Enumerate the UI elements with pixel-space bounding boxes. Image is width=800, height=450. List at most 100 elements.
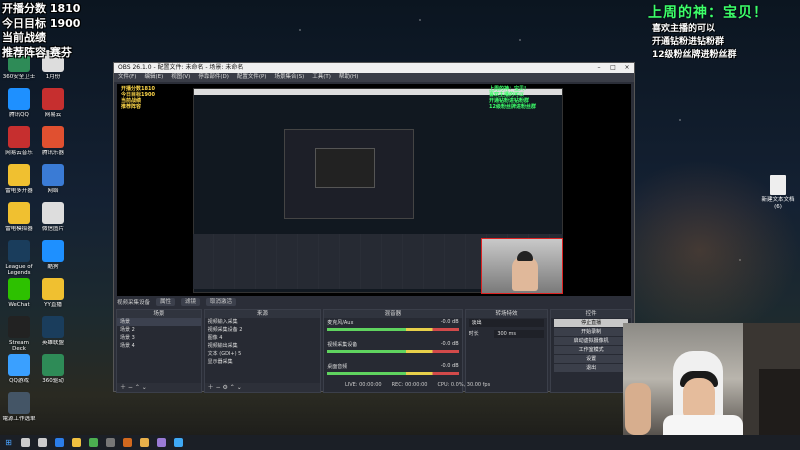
desktop-icon-label: 网易云 xyxy=(44,112,62,118)
control-button[interactable]: 退出 xyxy=(554,364,628,372)
obs-title-bar[interactable]: OBS 26.1.0 - 配置文件: 未命名 - 场景: 未命名 – □ × xyxy=(114,63,634,73)
filters-button[interactable]: 滤镜 xyxy=(181,298,201,306)
scene-item[interactable]: 场景 3 xyxy=(117,334,201,342)
nested-obs-window xyxy=(284,129,414,219)
source-item[interactable]: 视频输出采集 xyxy=(205,342,321,350)
desktop-icon[interactable]: QQ游戏 xyxy=(2,354,36,390)
desktop-icon[interactable]: Stream Deck xyxy=(2,316,36,352)
preview-overlay-right: 上周的神：宝贝! 喜欢主播的可以 开通钻粉进钻粉群 12级粉丝牌进粉丝群 xyxy=(489,86,536,110)
desktop-icon[interactable]: 酷狗 xyxy=(36,240,70,276)
maximize-icon[interactable]: □ xyxy=(606,63,620,73)
desktop-icon[interactable]: League of Legends xyxy=(2,240,36,276)
desktop-icon-label: 360驱动 xyxy=(42,378,64,384)
desktop-icon[interactable]: 360驱动 xyxy=(36,354,70,390)
mixer-channel-header: 麦克风/Aux -0.0 dB xyxy=(327,319,458,326)
control-button[interactable]: 启动虚拟摄像机 xyxy=(554,337,628,345)
obs-preview[interactable]: 开播分数1810 今日目标1900 当前战绩 推荐阵容 上周的神：宝贝! 喜欢主播的可以… xyxy=(117,84,631,296)
search-icon[interactable] xyxy=(21,438,30,447)
status-cpu: CPU: 0.0%, 30.00 fps xyxy=(437,382,491,388)
obs-menu-item[interactable]: 编辑(E) xyxy=(144,73,163,82)
obs-menu-item[interactable]: 停靠部件(D) xyxy=(198,73,229,82)
source-toolbar-label: 视频采集设备 xyxy=(117,300,151,306)
desktop-icon-label: League of Legends xyxy=(5,264,33,276)
desktop-icon[interactable]: 网易云 xyxy=(36,88,70,124)
properties-button[interactable]: 属性 xyxy=(156,298,176,306)
overlay-fan-line-1: 喜欢主播的可以 xyxy=(652,24,716,34)
app-icon xyxy=(8,316,30,338)
desktop-icon-text-document[interactable]: 新建文本文档 (6) xyxy=(760,175,796,211)
source-item[interactable]: 视频采集设备 2 xyxy=(205,326,321,334)
desktop-icon[interactable]: WeChat xyxy=(2,278,36,314)
close-icon[interactable]: × xyxy=(620,63,634,73)
preview-webcam-source[interactable] xyxy=(481,238,563,294)
obs-menu-item[interactable]: 文件(F) xyxy=(118,73,136,82)
control-button[interactable]: 工作室模式 xyxy=(554,346,628,354)
app-icon xyxy=(42,126,64,148)
app-icon[interactable] xyxy=(123,438,132,447)
edge-icon[interactable] xyxy=(55,438,64,447)
desktop-icon[interactable]: 网络 xyxy=(36,164,70,200)
transition-select[interactable]: 淡出 xyxy=(468,319,545,327)
duration-input[interactable]: 300 ms xyxy=(494,330,545,338)
obs-window[interactable]: OBS 26.1.0 - 配置文件: 未命名 - 场景: 未命名 – □ × 文… xyxy=(113,62,635,393)
minimize-icon[interactable]: – xyxy=(592,63,606,73)
scene-item[interactable]: 场景 xyxy=(117,318,201,326)
sources-list: 视频输入采集 视频采集设备 2 图像 4 视频输出采集 文本 (GDI+) 5 显示器采集 xyxy=(205,318,321,366)
scenes-dock-toolbar[interactable]: ＋ − ⌃ ⌄ xyxy=(117,383,201,392)
source-item[interactable]: 视频输入采集 xyxy=(205,318,321,326)
volume-meter[interactable] xyxy=(327,328,459,331)
desktop-icon[interactable]: 微信图片 xyxy=(36,202,70,238)
desktop-icon[interactable]: 腾讯乐器 xyxy=(36,126,70,162)
mixer-dock-title: 混音器 xyxy=(324,310,462,318)
obs-menu-item[interactable]: 配置文件(P) xyxy=(237,73,267,82)
desktop-icon[interactable]: 雷电多开器 xyxy=(2,164,36,200)
desktop-icon-label: 360安全卫士 xyxy=(2,74,36,80)
control-button[interactable]: 设置 xyxy=(554,355,628,363)
chrome-icon[interactable] xyxy=(89,438,98,447)
obs-menu-item[interactable]: 工具(T) xyxy=(312,73,331,82)
deactivate-button[interactable]: 取消激活 xyxy=(206,298,237,306)
desktop-icon[interactable]: 英雄联盟 xyxy=(36,316,70,352)
duration-row: 时长 300 ms xyxy=(466,328,548,340)
control-button[interactable]: 开始录制 xyxy=(554,328,628,336)
webcam-hand xyxy=(625,383,651,435)
desktop-icon[interactable]: 网易云音乐 xyxy=(2,126,36,162)
folder-icon[interactable] xyxy=(140,438,149,447)
obs-menu-item[interactable]: 场景集合(S) xyxy=(274,73,304,82)
obs-menu-item[interactable]: 帮助(H) xyxy=(339,73,358,82)
desktop-icon-label: WeChat xyxy=(8,302,30,308)
media-icon[interactable] xyxy=(157,438,166,447)
desktop-icon[interactable]: 雷电模拟器 xyxy=(2,202,36,238)
obs-icon[interactable] xyxy=(106,438,115,447)
explorer-icon[interactable] xyxy=(72,438,81,447)
overlay-weekly-title: 上周的神：宝贝！ xyxy=(648,5,768,21)
chat-icon[interactable] xyxy=(174,438,183,447)
overlay-score: 开播分数 1810 xyxy=(2,2,81,15)
mixer-channel-db: -0.0 dB xyxy=(440,341,459,347)
overlay-lineup: 推荐阵容 赛芬 xyxy=(2,45,72,59)
source-item[interactable]: 显示器采集 xyxy=(205,358,321,366)
source-item[interactable]: 文本 (GDI+) 5 xyxy=(205,350,321,358)
volume-meter[interactable] xyxy=(327,372,459,375)
webcam-dark-corner xyxy=(759,369,800,435)
scene-item[interactable]: 场景 4 xyxy=(117,342,201,350)
obs-menu-item[interactable]: 视图(V) xyxy=(171,73,190,82)
mixer-channel: 视频采集设备 -0.0 dB xyxy=(324,340,461,362)
volume-meter[interactable] xyxy=(327,350,459,353)
desktop-icon[interactable]: 電源工作选单 xyxy=(2,392,36,428)
app-icon xyxy=(42,88,64,110)
start-icon[interactable]: ⊞ xyxy=(4,438,13,447)
sources-dock-toolbar[interactable]: ＋ − ⚙ ⌃ ⌄ xyxy=(204,383,321,392)
scene-item[interactable]: 场景 2 xyxy=(117,326,201,334)
app-icon xyxy=(8,392,30,414)
desktop-icon[interactable]: YY直播 xyxy=(36,278,70,314)
mixer-channel-db: -0.0 dB xyxy=(440,363,459,369)
stream-overlay-stats: 开播分数 1810 今日目标 1900 当前战绩 推荐阵容 赛芬 xyxy=(2,2,80,60)
streamer-webcam xyxy=(623,323,800,435)
mixer-channel-header: 视频采集设备 -0.0 dB xyxy=(327,341,458,348)
task-view-icon[interactable] xyxy=(38,438,47,447)
control-button[interactable]: 停止直播 xyxy=(554,319,628,327)
source-item[interactable]: 图像 4 xyxy=(205,334,321,342)
desktop-icon-label: 電源工作选单 xyxy=(2,416,36,422)
desktop-icon[interactable]: 腾讯QQ xyxy=(2,88,36,124)
